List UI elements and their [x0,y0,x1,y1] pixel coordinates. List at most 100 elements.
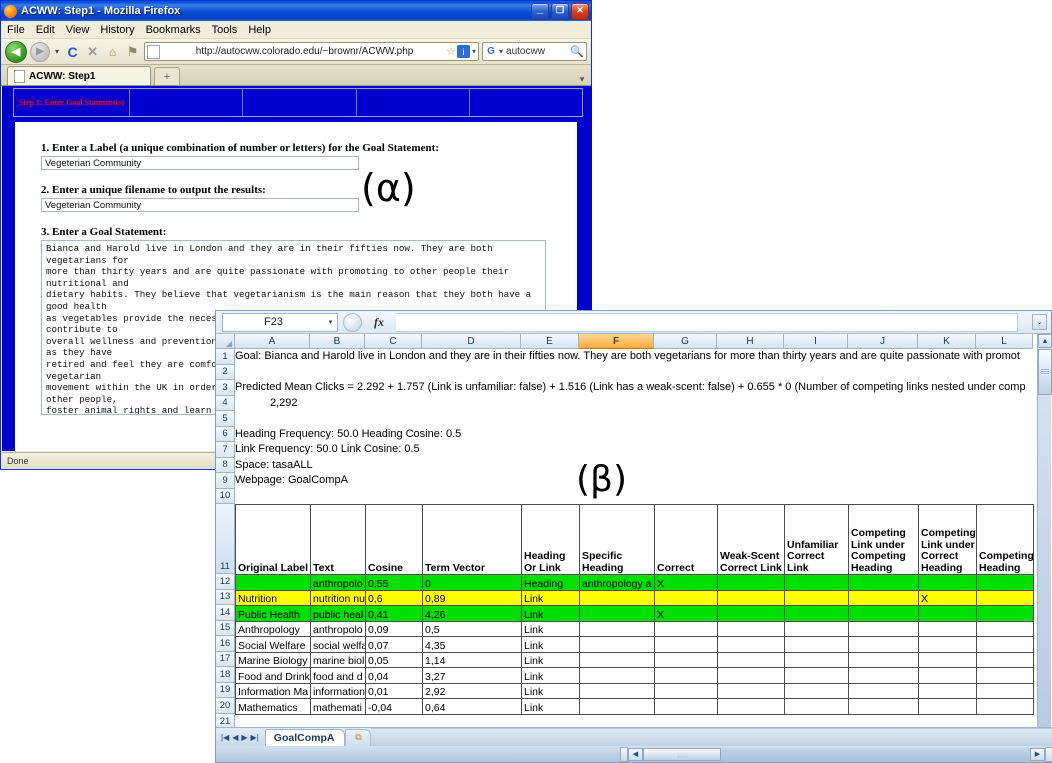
table-cell[interactable]: Nutrition [235,589,311,606]
table-cell[interactable] [579,698,655,715]
table-cell[interactable] [579,589,655,606]
table-cell[interactable] [848,667,919,684]
sheet-row-3-cells[interactable]: Predicted Mean Clicks = 2.292 + 1.757 (L… [235,380,1052,396]
table-cell[interactable] [784,620,849,637]
formula-bar-expand-icon[interactable]: ⌄ [1032,314,1047,330]
previous-sheet-icon[interactable]: ◀ [232,733,238,742]
table-cell[interactable]: 2,92 [422,682,522,699]
column-header-k[interactable]: K [918,334,976,349]
sheet-row-8-cells[interactable]: Space: tasaALL [235,458,1052,474]
column-header-h[interactable]: H [717,334,784,349]
sheet-row-7-cells[interactable]: Link Frequency: 50.0 Link Cosine: 0.5 [235,442,1052,458]
table-cell[interactable] [784,651,849,668]
column-header-b[interactable]: B [310,334,365,349]
google-icon[interactable]: G [485,46,497,58]
table-cell[interactable]: X [654,605,718,622]
table-cell[interactable] [976,682,1034,699]
name-box-chevron-down-icon[interactable]: ▾ [324,318,337,326]
table-cell[interactable] [976,636,1034,653]
sheet-row-2-cells[interactable] [235,365,1052,381]
menu-edit[interactable]: Edit [36,24,55,36]
table-cell[interactable] [717,620,785,637]
row-header-19[interactable]: 19 [216,682,235,698]
table-cell[interactable]: X [918,589,977,606]
table-cell[interactable]: Marine Biology [235,651,311,668]
table-cell[interactable] [976,651,1034,668]
table-cell[interactable]: 0,5 [422,620,522,637]
table-cell[interactable]: Link [521,620,580,637]
menu-view[interactable]: View [66,24,90,36]
table-cell[interactable]: 0,07 [365,636,423,653]
table-cell[interactable] [579,605,655,622]
nav-cell-4[interactable] [357,89,470,116]
table-cell[interactable] [784,698,849,715]
table-cell[interactable] [654,667,718,684]
row-header-14[interactable]: 14 [216,605,235,621]
row-header-1[interactable]: 1 [216,349,235,365]
table-cell[interactable] [784,682,849,699]
scroll-left-icon[interactable]: ◀ [628,747,643,761]
row-header-2[interactable]: 2 [216,364,235,380]
sheet-row-1-cells[interactable]: Goal: Bianca and Harold live in London a… [235,349,1052,365]
table-cell[interactable] [784,574,849,591]
select-all-corner[interactable] [216,334,235,349]
table-cell[interactable]: food and d [310,667,366,684]
table-cell[interactable] [918,636,977,653]
table-cell[interactable] [976,605,1034,622]
vertical-scroll-thumb[interactable] [1038,349,1052,395]
table-cell[interactable] [918,682,977,699]
formula-input[interactable] [396,312,1018,332]
table-cell[interactable]: anthropolo [310,574,366,591]
row-header-8[interactable]: 8 [216,457,235,473]
table-cell[interactable]: 1,14 [422,651,522,668]
nav-cell-3[interactable] [243,89,357,116]
table-cell[interactable] [654,589,718,606]
menu-history[interactable]: History [100,24,134,36]
table-row[interactable]: Mathematics mathemati -0,04 0,64 Link [235,698,1034,715]
table-row[interactable]: Nutrition nutrition nu 0,6 0,89 Link X [235,589,1034,606]
row-header-9[interactable]: 9 [216,473,235,489]
table-cell[interactable] [848,620,919,637]
sheet-row-6-cells[interactable]: Heading Frequency: 50.0 Heading Cosine: … [235,427,1052,443]
table-cell[interactable]: Anthropology [235,620,311,637]
close-button[interactable]: ✕ [571,2,589,20]
table-cell[interactable] [654,651,718,668]
table-cell[interactable] [717,667,785,684]
table-cell[interactable]: Public Health [235,605,311,622]
table-cell[interactable]: 0,09 [365,620,423,637]
table-cell[interactable] [654,698,718,715]
search-icon[interactable]: 🔍 [570,45,584,58]
scrollbar-right-grip[interactable] [1045,746,1052,762]
identity-icon[interactable]: i [456,45,470,58]
table-cell[interactable] [918,574,977,591]
table-cell[interactable] [784,636,849,653]
column-header-f[interactable]: F [579,334,654,349]
scroll-up-icon[interactable]: ▲ [1038,334,1052,348]
table-row[interactable]: Food and Drink food and d 0,04 3,27 Link [235,667,1034,684]
horizontal-scrollbar[interactable]: ◀ ▶ [216,746,1052,762]
table-cell[interactable]: 0,89 [422,589,522,606]
table-cell[interactable]: Link [521,682,580,699]
row-header-18[interactable]: 18 [216,667,235,683]
table-cell[interactable]: Link [521,698,580,715]
search-input[interactable]: autocww [503,46,570,57]
table-cell[interactable] [579,620,655,637]
row-header-5[interactable]: 5 [216,411,235,427]
table-cell[interactable]: Social Welfare [235,636,311,653]
table-cell[interactable]: 0,64 [422,698,522,715]
table-cell[interactable] [976,698,1034,715]
vertical-scrollbar[interactable]: ▲ [1037,334,1052,731]
table-cell[interactable] [848,651,919,668]
column-header-d[interactable]: D [422,334,521,349]
table-cell[interactable]: marine biol [310,651,366,668]
table-cell[interactable] [579,636,655,653]
row-header-15[interactable]: 15 [216,620,235,636]
horizontal-scroll-thumb[interactable] [643,747,721,761]
table-cell[interactable]: 0,6 [365,589,423,606]
table-cell[interactable] [848,589,919,606]
scrollbar-split-grip[interactable] [620,746,628,762]
home-icon[interactable]: ⌂ [104,43,121,60]
row-header-3[interactable]: 3 [216,380,235,396]
table-cell[interactable]: 0,41 [365,605,423,622]
table-cell[interactable] [717,651,785,668]
